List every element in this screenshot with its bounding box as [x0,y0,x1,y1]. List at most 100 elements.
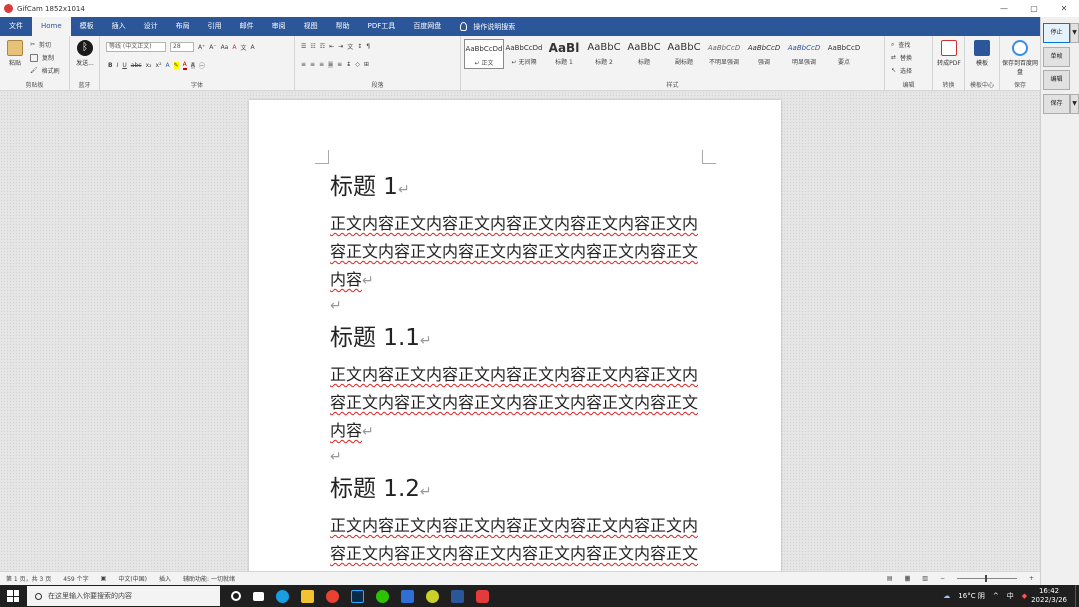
gifcam-save-button[interactable]: 保存 [1043,94,1070,114]
bluetooth-send-button[interactable]: ᛒ 发送... [74,40,96,67]
show-desktop-button[interactable] [1075,585,1079,607]
align-left-icon[interactable]: ≡ [301,61,306,68]
show-marks-icon[interactable]: ¶ [366,43,370,50]
style-heading-1[interactable]: AaBl 标题 1 [544,39,584,69]
align-right-icon[interactable]: ≡ [319,61,324,68]
style-intense-emphasis[interactable]: AaBbCcD 明显强调 [784,39,824,69]
heading-1[interactable]: 标题 1↵ [330,172,710,205]
justify-icon[interactable]: ≡ [328,61,334,68]
word-icon[interactable] [451,589,464,603]
document-canvas[interactable]: 标题 1↵ 正文内容正文内容正文内容正文内容正文内容正文内 容正文内容正文内容正… [0,91,1040,571]
word-count[interactable]: 459 个字 [63,574,88,583]
tab-design[interactable]: 设计 [135,17,167,36]
shrink-font-icon[interactable]: A⁻ [209,44,216,51]
windows-start-button[interactable] [7,590,19,602]
superscript-button[interactable]: x² [156,62,162,69]
copy-button[interactable]: 复制 [30,53,54,62]
tab-home[interactable]: Home [32,17,71,36]
style-subtitle[interactable]: AaBbC 副标题 [664,39,704,69]
save-to-baidu-button[interactable]: 保存到百度网盘 [1002,40,1038,76]
gifcam-taskbar-icon[interactable] [476,589,489,603]
accessibility-status[interactable]: 辅助功能: 一切就绪 [183,574,235,583]
print-layout-icon[interactable]: ▦ [904,575,911,582]
align-center-icon[interactable]: ≡ [310,61,315,68]
gifcam-save-dropdown[interactable]: ▼ [1070,94,1079,114]
tab-help[interactable]: 帮助 [327,17,359,36]
char-border-icon[interactable]: A [250,44,254,51]
tab-view[interactable]: 视图 [295,17,327,36]
tab-baidu-netdisk[interactable]: 百度网盘 [404,17,450,36]
zoom-in-button[interactable]: + [1029,575,1034,582]
cortana-icon[interactable] [231,591,241,601]
chrome-icon[interactable] [326,589,339,603]
tab-review[interactable]: 审阅 [263,17,295,36]
empty-paragraph[interactable]: ↵ [330,295,710,323]
insert-mode[interactable]: 插入 [159,574,171,583]
tab-pdf-tools[interactable]: PDF工具 [359,17,405,36]
style-normal[interactable]: AaBbCcDd ↵ 正文 [464,39,504,69]
phonetic-guide-icon[interactable]: 文 [240,43,246,52]
gifcam-stop-button[interactable]: 停止 [1043,23,1070,43]
read-mode-icon[interactable]: ▤ [887,575,893,582]
tab-references[interactable]: 引用 [199,17,231,36]
grow-font-icon[interactable]: A⁺ [198,44,205,51]
page-count[interactable]: 第 1 页，共 3 页 [6,574,51,583]
style-strong[interactable]: AaBbCcD 要点 [824,39,864,69]
distributed-icon[interactable]: ≡ [337,61,342,68]
borders-icon[interactable]: ⊞ [364,61,369,68]
enclose-char-icon[interactable]: ㊀ [199,61,205,70]
font-size-combo[interactable]: 28 [170,42,194,52]
zoom-out-button[interactable]: − [940,575,945,582]
task-view-icon[interactable] [253,591,264,601]
tab-mailings[interactable]: 邮件 [231,17,263,36]
heading-1-1[interactable]: 标题 1.1↵ [330,323,710,356]
clock[interactable]: 16:42 2022/3/26 [1031,587,1067,605]
document-body[interactable]: 标题 1↵ 正文内容正文内容正文内容正文内容正文内容正文内 容正文内容正文内容正… [330,172,710,568]
format-painter-button[interactable]: 🖌 格式刷 [30,66,60,75]
multilevel-list-icon[interactable]: ☶ [320,43,325,50]
convert-pdf-button[interactable]: 转成PDF [936,40,962,67]
strikethrough-button[interactable]: abc [131,62,142,69]
gifcam-single-frame-button[interactable]: 单帧 [1043,47,1070,67]
highlight-icon[interactable]: ✎ [173,62,179,69]
line-spacing-icon[interactable]: ↨ [346,61,351,68]
tab-template[interactable]: 模板 [71,17,103,36]
zoom-slider[interactable] [956,575,1017,582]
bold-button[interactable]: B [108,62,113,69]
empty-paragraph[interactable]: ↵ [330,446,710,474]
text-effects-icon[interactable]: A [166,62,170,69]
increase-indent-icon[interactable]: ⇥ [338,43,343,50]
body-paragraph[interactable]: 正文内容正文内容正文内容正文内容正文内容正文内 容正文内容正文内容正文内容正文内… [330,361,710,446]
web-layout-icon[interactable]: ▥ [922,575,928,582]
chinese-layout-icon[interactable]: 文 [347,42,353,51]
proofing-icon[interactable]: ▣ [101,575,107,582]
close-button[interactable]: ✕ [1049,0,1079,17]
weather-text[interactable]: 16°C 阴 [958,591,985,601]
template-button[interactable]: 模板 [969,40,995,67]
document-page[interactable]: 标题 1↵ 正文内容正文内容正文内容正文内容正文内容正文内 容正文内容正文内容正… [249,100,781,571]
underline-button[interactable]: U [122,62,126,69]
change-case-icon[interactable]: Aa [221,44,229,51]
app-icon-2[interactable] [426,589,439,603]
zoom-slider-thumb[interactable] [984,575,987,582]
language-status[interactable]: 中文(中国) [118,574,147,583]
shading-icon[interactable]: ◇ [355,61,360,68]
heading-1-2[interactable]: 标题 1.2↵ [330,474,710,507]
sort-icon[interactable]: ↕ [357,43,362,50]
font-name-combo[interactable]: 等线 (中文正文) [106,42,166,52]
taskbar-search[interactable]: 在这里输入你要搜索的内容 [27,586,220,606]
style-title[interactable]: AaBbC 标题 [624,39,664,69]
char-shading-icon[interactable]: A [190,62,195,69]
find-button[interactable]: ⌕ 查找 [891,40,910,50]
app-icon[interactable] [401,589,414,603]
font-color-icon[interactable]: A [182,61,187,70]
chevron-up-icon[interactable]: ^ [993,592,999,600]
wechat-icon[interactable] [376,589,389,603]
photoshop-icon[interactable] [351,589,364,603]
subscript-button[interactable]: x₂ [146,62,152,69]
body-paragraph[interactable]: 正文内容正文内容正文内容正文内容正文内容正文内 容正文内容正文内容正文内容正文内… [330,512,710,568]
bullets-icon[interactable]: ☰ [301,43,306,50]
style-subtle-emphasis[interactable]: AaBbCcD 不明显强调 [704,39,744,69]
cloud-icon[interactable]: ☁ [943,592,950,600]
style-no-spacing[interactable]: AaBbCcDd ↵ 无间隔 [504,39,544,69]
